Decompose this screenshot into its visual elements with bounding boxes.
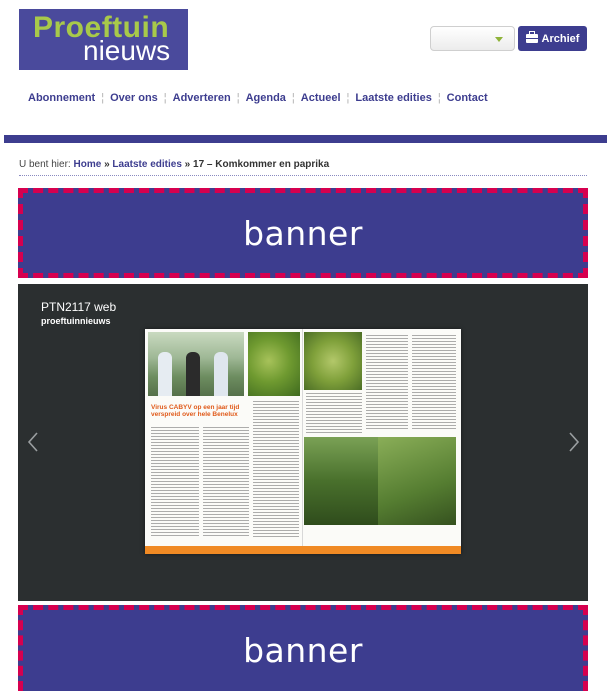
nav-item-contact[interactable]: Contact [441, 92, 494, 104]
article-text-column [366, 335, 408, 431]
viewer-title: PTN2117 web [41, 300, 117, 314]
cucumber-photo [378, 437, 456, 525]
logo-word-nieuws: nieuws [83, 35, 171, 66]
briefcase-icon [525, 31, 538, 43]
breadcrumb-prefix: U bent hier: [19, 159, 71, 170]
person-figure [158, 352, 172, 396]
article-text-column [412, 335, 456, 431]
site-logo[interactable]: Proeftuin nieuws [19, 9, 188, 70]
banner-bottom-label: banner [243, 631, 363, 670]
page-footer-bar [145, 546, 461, 554]
viewer-subtitle[interactable]: proeftuinnieuws [41, 316, 111, 326]
plant-photo [304, 332, 362, 390]
archief-button[interactable]: Archief [518, 26, 587, 51]
nav-item-agenda[interactable]: Agenda [240, 92, 292, 104]
article-text-column [151, 427, 199, 537]
archief-label: Archief [541, 32, 580, 45]
person-figure [214, 352, 228, 396]
nav-item-over-ons[interactable]: Over ons [104, 92, 164, 104]
header-divider-bar [4, 135, 607, 143]
banner-top-label: banner [243, 213, 363, 253]
breadcrumb-underline [19, 175, 587, 176]
banner-ad-top[interactable]: banner [18, 188, 588, 278]
leaf-photo [248, 332, 300, 396]
breadcrumb-section-link[interactable]: Laatste edities [112, 159, 181, 170]
main-nav: Abonnement ¦ Over ons ¦ Adverteren ¦ Age… [22, 90, 494, 106]
banner-ad-bottom[interactable]: banner [18, 605, 588, 691]
edition-select[interactable] [430, 26, 515, 51]
nav-item-adverteren[interactable]: Adverteren [167, 92, 237, 104]
nav-item-laatste-edities[interactable]: Laatste edities [349, 92, 437, 104]
chevron-left-icon[interactable] [27, 432, 39, 452]
breadcrumb-current: 17 – Komkommer en paprika [193, 159, 330, 170]
magazine-page-spread[interactable]: Virus CABYV op een jaar tijd verspreid o… [145, 329, 461, 554]
article-text-column [253, 401, 299, 537]
breadcrumb-separator: » [104, 159, 110, 170]
nav-item-actueel[interactable]: Actueel [295, 92, 347, 104]
magazine-viewer: PTN2117 web proeftuinnieuws Virus CABYV … [18, 284, 588, 601]
person-figure [186, 352, 200, 396]
nav-item-abonnement[interactable]: Abonnement [22, 92, 101, 104]
article-text-column [203, 427, 249, 537]
article-headline: Virus CABYV op een jaar tijd verspreid o… [151, 404, 240, 419]
article-text-column [306, 393, 362, 433]
chevron-right-icon[interactable] [568, 432, 580, 452]
page-fold [302, 329, 303, 554]
breadcrumb-home-link[interactable]: Home [73, 159, 101, 170]
breadcrumb-separator: » [184, 159, 191, 170]
chevron-down-icon [495, 37, 503, 42]
breadcrumb: U bent hier: Home » Laatste edities » 17… [19, 159, 329, 170]
greenhouse-photo [148, 332, 244, 396]
